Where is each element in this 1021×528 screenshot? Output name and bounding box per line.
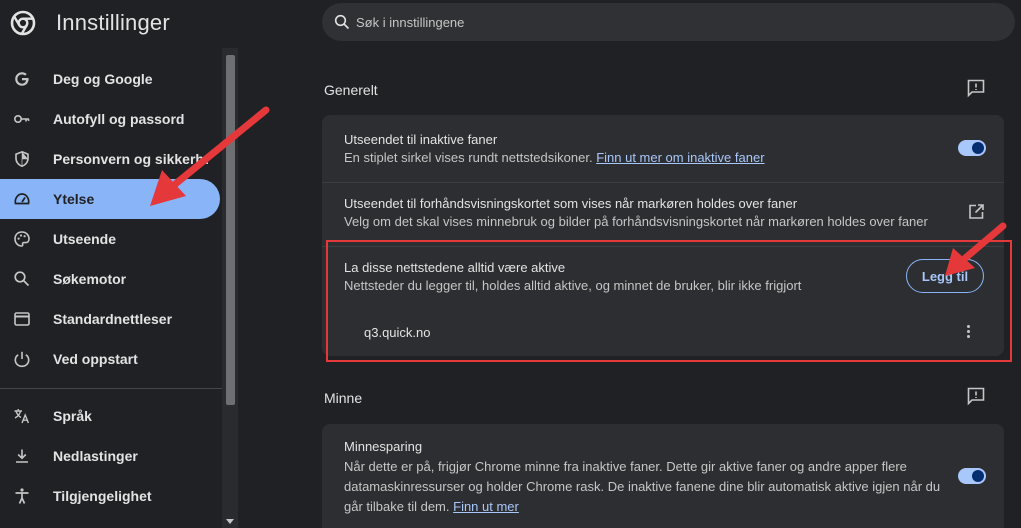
hover-card-title: Utseendet til forhåndsvisningskortet som…: [344, 196, 798, 211]
inactive-tabs-desc: En stiplet sirkel vises rundt nettstedsi…: [344, 148, 765, 168]
sidebar-item-default-browser[interactable]: Standardnettleser: [0, 299, 220, 339]
annotation-arrow-icon: [150, 106, 270, 206]
memory-saver-desc: Når dette er på, frigjør Chrome minne fr…: [344, 457, 944, 517]
sidebar-item-accessibility[interactable]: Tilgjengelighet: [0, 476, 220, 516]
inactive-tabs-desc-text: En stiplet sirkel vises rundt nettstedsi…: [344, 150, 593, 165]
memory-saver-title: Minnesparing: [344, 439, 423, 454]
sidebar-item-label: Utseende: [53, 231, 117, 247]
search-input[interactable]: [356, 14, 956, 30]
speedometer-icon: [14, 193, 30, 205]
section-title-memory: Minne: [324, 390, 363, 406]
annotation-arrow-icon: [945, 222, 1007, 276]
sidebar-item-label: Søkemotor: [53, 271, 127, 287]
palette-icon: [14, 231, 30, 247]
inactive-tabs-title: Utseendet til inaktive faner: [344, 132, 498, 147]
key-icon: [13, 115, 30, 124]
sidebar-item-on-startup[interactable]: Ved oppstart: [0, 339, 220, 379]
inactive-tabs-toggle[interactable]: [958, 140, 986, 156]
app-title: Innstillinger: [56, 10, 170, 35]
search-box[interactable]: [322, 3, 1015, 41]
sidebar-item-label: Deg og Google: [53, 71, 153, 87]
header: Innstillinger: [0, 0, 1021, 48]
shield-icon: [15, 150, 29, 168]
translate-icon: [14, 409, 30, 424]
memory-card: Minnesparing Når dette er på, frigjør Ch…: [322, 424, 1004, 528]
memory-saver-desc-text: Når dette er på, frigjør Chrome minne fr…: [344, 459, 941, 514]
chrome-logo-icon: [10, 10, 36, 36]
sidebar-item-search-engine[interactable]: Søkemotor: [0, 259, 220, 299]
annotation-highlight-box: [326, 240, 1012, 362]
accessibility-icon: [15, 488, 29, 504]
feedback-icon[interactable]: [966, 386, 986, 406]
power-icon: [14, 351, 30, 368]
sidebar-item-label: Tilgjengelighet: [53, 488, 152, 504]
sidebar-item-label: Ved oppstart: [53, 351, 138, 367]
google-g-icon: [15, 72, 29, 86]
inactive-tabs-learn-more-link[interactable]: Finn ut mer om inaktive faner: [596, 150, 764, 165]
memory-saver-learn-more-link[interactable]: Finn ut mer: [453, 499, 519, 514]
section-title-general: Generelt: [324, 82, 378, 98]
memory-saver-toggle[interactable]: [958, 468, 986, 484]
search-icon: [14, 271, 30, 287]
sidebar-item-appearance[interactable]: Utseende: [0, 219, 220, 259]
search-icon: [334, 14, 350, 30]
sidebar-item-downloads[interactable]: Nedlastinger: [0, 436, 220, 476]
scroll-down-arrow-icon[interactable]: [226, 519, 234, 524]
sidebar-item-you-and-google[interactable]: Deg og Google: [0, 59, 220, 99]
row-separator: [322, 182, 1004, 183]
sidebar-item-label: Nedlastinger: [53, 448, 138, 464]
browser-window-icon: [14, 312, 30, 326]
sidebar-divider: [0, 388, 222, 389]
hover-card-desc: Velg om det skal vises minnebruk og bild…: [344, 214, 928, 229]
sidebar-item-label: Standardnettleser: [53, 311, 173, 327]
feedback-icon[interactable]: [966, 78, 986, 98]
download-icon: [16, 449, 28, 463]
sidebar-item-languages[interactable]: Språk: [0, 396, 220, 436]
sidebar-item-label: Språk: [53, 408, 92, 424]
